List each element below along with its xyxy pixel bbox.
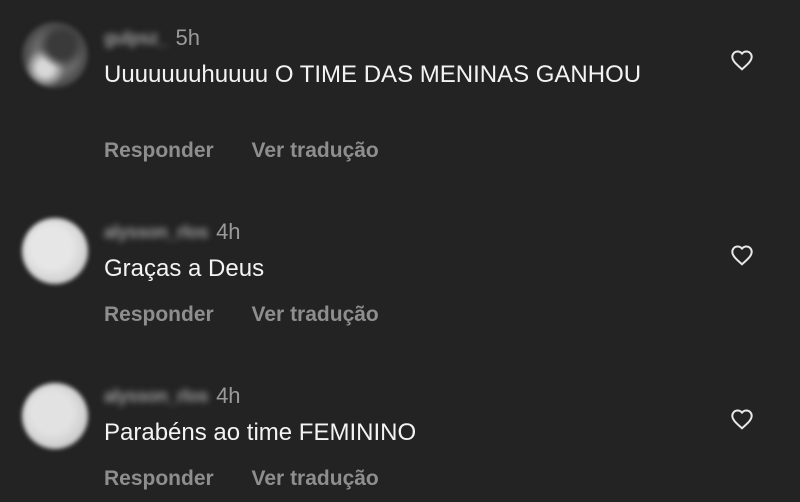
comment-actions: Responder Ver tradução [104,303,379,327]
avatar[interactable] [22,383,88,449]
avatar[interactable] [22,218,88,284]
username[interactable]: alysson_rlos [104,386,209,407]
heart-icon[interactable] [730,49,754,71]
comment-time: 4h [216,383,241,408]
avatar[interactable] [22,22,88,88]
heart-icon[interactable] [730,244,754,266]
username[interactable]: gulpsz_ [104,28,168,49]
comment-time: 4h [216,219,241,244]
see-translation-button[interactable]: Ver tradução [252,139,379,163]
comment-text: Parabéns ao time FEMININO [104,419,417,446]
reply-button[interactable]: Responder [104,303,214,327]
comment-text: Uuuuuuuhuuuu O TIME DAS MENINAS GANHOU [104,61,642,88]
see-translation-button[interactable]: Ver tradução [252,467,379,491]
comment-text: Graças a Deus [104,255,265,282]
username[interactable]: alysson_rlos [104,222,209,243]
comment-meta: gulpsz_ 5h [104,25,200,50]
see-translation-button[interactable]: Ver tradução [252,303,379,327]
heart-icon[interactable] [730,408,754,430]
comment-meta: alysson_rlos 4h [104,219,241,244]
reply-button[interactable]: Responder [104,467,214,491]
reply-button[interactable]: Responder [104,139,214,163]
comment-actions: Responder Ver tradução [104,467,379,491]
comment-meta: alysson_rlos 4h [104,383,241,408]
comment-actions: Responder Ver tradução [104,139,379,163]
comment-time: 5h [175,25,200,50]
